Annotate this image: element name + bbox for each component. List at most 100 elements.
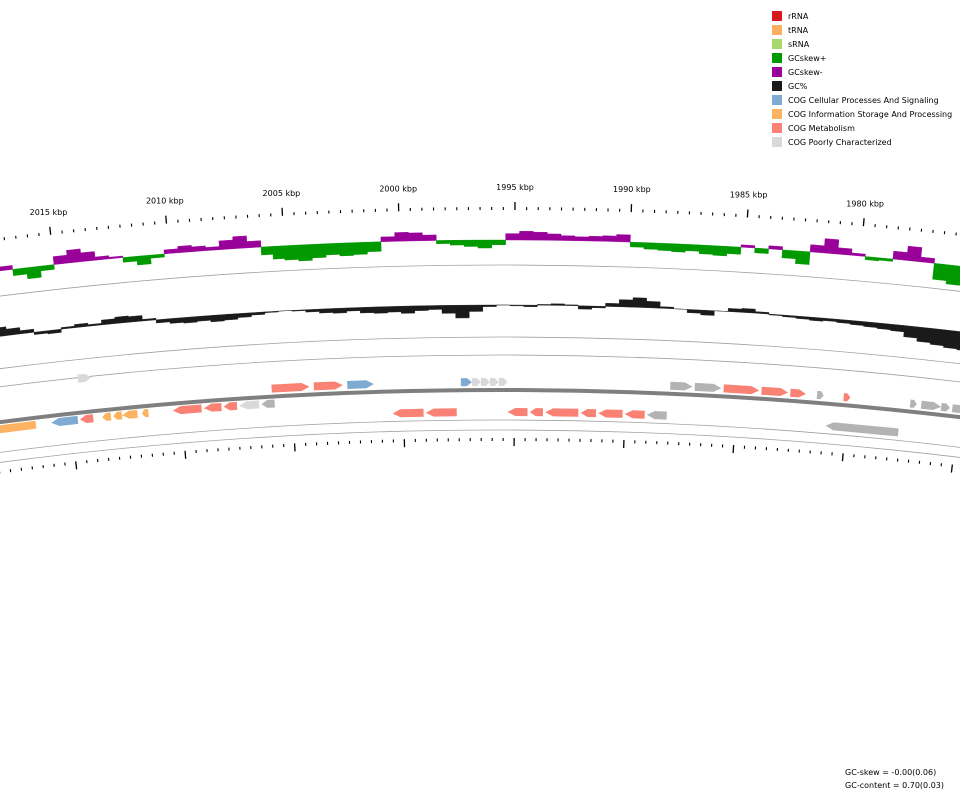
gc-content-bar <box>509 304 524 307</box>
gc-skew-pos-bar <box>260 246 274 256</box>
gc-content-bar <box>591 305 606 309</box>
guide-circle <box>0 429 960 463</box>
legend-swatch <box>772 11 782 21</box>
gc-skew-pos-bar <box>297 244 313 262</box>
gene-feature-unassigned <box>646 411 667 420</box>
legend-label: rRNA <box>788 11 809 21</box>
gc-skew-pos-bar <box>12 267 28 276</box>
gc-content-bar <box>359 306 375 314</box>
genome-backbone <box>0 388 960 425</box>
legend-swatch <box>772 25 782 35</box>
gc-skew-pos-bar <box>122 256 138 263</box>
gc-skew-pos-bar <box>283 244 299 261</box>
gc-content-bar <box>210 314 225 323</box>
gc-skew-pos-bar <box>657 242 673 252</box>
gc-content-bar <box>564 304 579 306</box>
gc-skew-pos-bar <box>150 253 165 259</box>
legend-swatch <box>772 81 782 91</box>
legend-label: tRNA <box>788 25 809 35</box>
gene-feature-cog-metabolism <box>80 414 94 423</box>
gc-skew-pos-bar <box>864 256 880 262</box>
gc-skew-pos-bar <box>712 245 728 257</box>
gene-feature-cog-information <box>122 409 138 419</box>
tick-label: 1990 kbp <box>613 185 651 194</box>
gene-feature-unassigned <box>694 382 722 392</box>
gc-skew-pos-bar <box>795 250 811 265</box>
gene-feature-cog-cellular <box>347 380 374 389</box>
legend-label: COG Cellular Processes And Signaling <box>788 95 939 105</box>
gc-content-bar <box>33 330 49 335</box>
gc-content-bar <box>863 321 878 328</box>
legend-label: GCskew- <box>788 67 823 77</box>
gc-content-bar <box>128 315 143 323</box>
gene-feature-unassigned <box>261 399 275 408</box>
gc-skew-neg-bar <box>394 232 409 242</box>
tick-label: 2005 kbp <box>263 189 301 198</box>
gc-skew-pos-bar <box>671 243 686 253</box>
gc-skew-neg-bar <box>408 232 423 242</box>
gc-skew-pos-bar <box>311 243 327 259</box>
gc-skew-neg-bar <box>906 245 923 263</box>
gc-skew-pos-bar <box>781 249 797 260</box>
gc-content-bar <box>916 326 933 343</box>
gc-content-bar <box>550 303 565 306</box>
inner-major-tick <box>841 453 844 462</box>
stats-panel: GC-skew = -0.00(0.06) GC-content = 0.70(… <box>845 766 944 792</box>
gc-skew-neg-bar <box>588 235 603 242</box>
gene-feature-unassigned <box>816 390 824 400</box>
gene-feature-cog-metabolism <box>313 381 343 391</box>
legend-item: sRNA <box>772 37 952 51</box>
gc-skew-neg-bar <box>837 247 853 256</box>
gc-content-bar <box>319 308 334 314</box>
legend-item: COG Poorly Characterized <box>772 135 952 149</box>
gc-content-bar <box>618 299 634 308</box>
legend-swatch <box>772 53 782 63</box>
gc-content-bar <box>196 315 211 322</box>
gene-feature-cog-poorly <box>239 400 260 410</box>
gc-skew-neg-bar <box>920 256 935 264</box>
gc-skew-pos-bar <box>353 241 368 255</box>
gc-content-bar <box>849 320 865 326</box>
gc-content-bar <box>332 307 347 314</box>
gc-content-bar <box>373 306 388 314</box>
tick-label: 1995 kbp <box>496 183 534 192</box>
legend-item: GC% <box>772 79 952 93</box>
gc-skew-pos-bar <box>339 242 354 257</box>
gc-content-bar <box>903 325 919 339</box>
gc-skew-pos-bar <box>325 242 341 256</box>
inner-major-tick <box>950 464 954 473</box>
gc-skew-neg-bar <box>52 254 68 265</box>
gc-skew-neg-bar <box>616 234 631 243</box>
gc-content-bar <box>577 305 593 310</box>
gc-content-bar <box>686 309 702 314</box>
gc-skew-pos-bar <box>491 239 506 246</box>
gc-skew-pos-bar <box>39 264 55 272</box>
gc-content-bar <box>101 318 116 326</box>
legend-swatch <box>772 123 782 133</box>
tick-label: 1980 kbp <box>846 199 884 208</box>
gc-content-bar <box>87 323 103 327</box>
gene-feature-cog-metabolism <box>723 384 760 395</box>
gc-skew-neg-bar <box>163 248 179 255</box>
gc-skew-pos-bar <box>643 242 659 250</box>
gc-skew-pos-bar <box>685 244 700 252</box>
legend-swatch <box>772 109 782 119</box>
gc-skew-pos-bar <box>366 241 382 252</box>
gene-feature-cog-cellular <box>51 415 79 426</box>
gene-feature-cog-metabolism <box>598 409 623 418</box>
gc-content-bar <box>114 315 130 324</box>
gc-content-bar <box>795 315 810 320</box>
legend-label: COG Information Storage And Processing <box>788 109 953 119</box>
legend-label: COG Metabolism <box>788 123 855 133</box>
gc-content-bar <box>455 304 470 319</box>
gene-feature-cog-poorly <box>480 378 490 387</box>
kbp-tick-ring: 2020 kbp2015 kbp2010 kbp2005 kbp2000 kbp… <box>3 183 957 241</box>
gc-skew-pos-bar <box>754 247 769 254</box>
gc-content-bar <box>441 305 456 314</box>
gc-content-bar <box>782 314 797 318</box>
gc-content-bar <box>929 328 946 347</box>
gc-content-bar <box>482 304 497 307</box>
gc-content-bar <box>646 301 661 309</box>
gc-content-bar <box>291 309 306 312</box>
gc-skew-pos-bar <box>726 246 742 255</box>
